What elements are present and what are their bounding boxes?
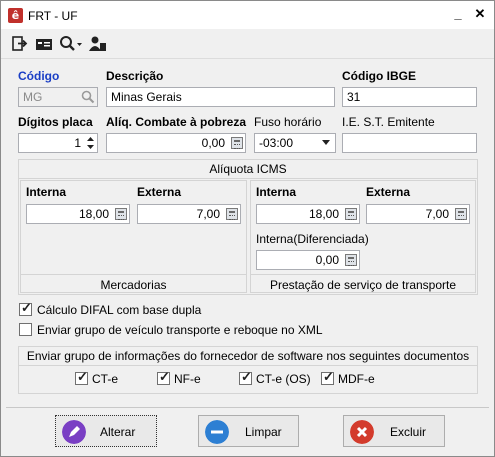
search-icon[interactable] [59,35,83,53]
transp-interna-value: 18,00 [308,207,339,221]
codigo-ibge-label: Código IBGE [342,69,416,83]
check-icon: ✓ [21,300,32,315]
lookup-search-icon[interactable] [81,90,95,104]
app-icon: ê [8,8,23,23]
alterar-label: Alterar [100,425,136,439]
minimize-button[interactable]: _ [449,5,467,23]
aliq-pobreza-field[interactable]: 0,00 [106,133,246,153]
digitos-placa-label: Dígitos placa [18,115,93,129]
edit-icon [62,420,86,444]
title-bar: ê FRT - UF _ ✕ [1,1,494,29]
transporte-caption: Prestação de serviço de transporte [269,278,457,292]
descricao-field[interactable]: Minas Gerais [106,87,335,107]
calculator-icon[interactable] [345,254,357,266]
chevron-down-icon [322,140,330,145]
descricao-value: Minas Gerais [111,90,182,104]
mercadorias-caption: Mercadorias [100,278,167,292]
ie-st-field[interactable] [342,133,477,153]
calculator-icon[interactable] [231,137,243,149]
divider [251,274,475,275]
check-icon: ✓ [159,369,170,384]
merc-externa-label: Externa [137,185,182,199]
excluir-label: Excluir [390,425,427,439]
transp-externa-value: 7,00 [425,207,449,221]
divider [19,178,477,179]
cte-os-checkbox[interactable]: ✓ [239,369,252,385]
check-icon: ✓ [241,369,252,384]
toolbar [1,29,494,59]
codigo-ibge-value: 31 [347,90,361,104]
check-icon: ✓ [323,369,334,384]
calculator-icon[interactable] [115,208,127,220]
merc-externa-value: 7,00 [196,207,220,221]
spinner-arrows-icon[interactable] [86,135,95,151]
nfe-checkbox[interactable]: ✓ [157,369,170,385]
transp-diferenciada-value: 0,00 [315,253,339,267]
codigo-ibge-field[interactable]: 31 [342,87,477,107]
id-card-icon[interactable] [35,35,53,53]
digitos-placa-value: 1 [74,136,81,150]
codigo-value: MG [23,90,43,104]
nfe-label: NF-e [174,372,201,386]
merc-interna-value: 18,00 [78,207,109,221]
fuso-horario-label: Fuso horário [254,115,322,129]
divider [6,407,489,408]
ie-st-label: I.E. S.T. Emitente [342,115,435,129]
divider [19,365,477,366]
divider [21,274,246,275]
cte-os-label: CT-e (OS) [256,372,311,386]
veiculo-label: Enviar grupo de veículo transporte e reb… [37,323,323,337]
fuso-horario-value: -03:00 [259,136,294,150]
descricao-label: Descrição [106,69,164,83]
mdfe-label: MDF-e [338,372,375,386]
window: ê FRT - UF _ ✕ Código MG Descrição Minas… [0,0,495,457]
veiculo-checkbox[interactable] [19,323,32,336]
transp-diferenciada-label: Interna(Diferenciada) [256,232,369,246]
aliq-pobreza-value: 0,00 [201,136,225,150]
calculator-icon[interactable] [226,208,238,220]
excluir-button[interactable]: Excluir [343,415,445,447]
close-button[interactable]: ✕ [471,5,489,23]
cte-label: CT-e [92,372,119,386]
window-title: FRT - UF [28,9,78,23]
check-icon: ✓ [77,369,88,384]
limpar-button[interactable]: Limpar [198,415,299,447]
minus-icon [205,420,229,444]
limpar-label: Limpar [245,425,282,439]
transp-externa-label: Externa [366,185,411,199]
aliq-pobreza-label: Alíq. Combate à pobreza [106,115,247,129]
software-group-title: Enviar grupo de informações do fornecedo… [26,349,470,363]
codigo-label: Código [18,69,60,83]
merc-interna-label: Interna [26,185,67,199]
alterar-button[interactable]: Alterar [55,415,157,447]
calculator-icon[interactable] [345,208,357,220]
user-icon[interactable] [89,35,107,53]
exit-icon[interactable] [12,35,28,53]
aliquota-icms-title: Alíquota ICMS [209,162,287,176]
transp-interna-label: Interna [256,185,297,199]
difal-checkbox[interactable]: ✓ [19,300,32,316]
cte-checkbox[interactable]: ✓ [75,369,88,385]
mdfe-checkbox[interactable]: ✓ [321,369,334,385]
difal-label: Cálculo DIFAL com base dupla [37,303,202,317]
delete-icon [350,420,374,444]
calculator-icon[interactable] [455,208,467,220]
